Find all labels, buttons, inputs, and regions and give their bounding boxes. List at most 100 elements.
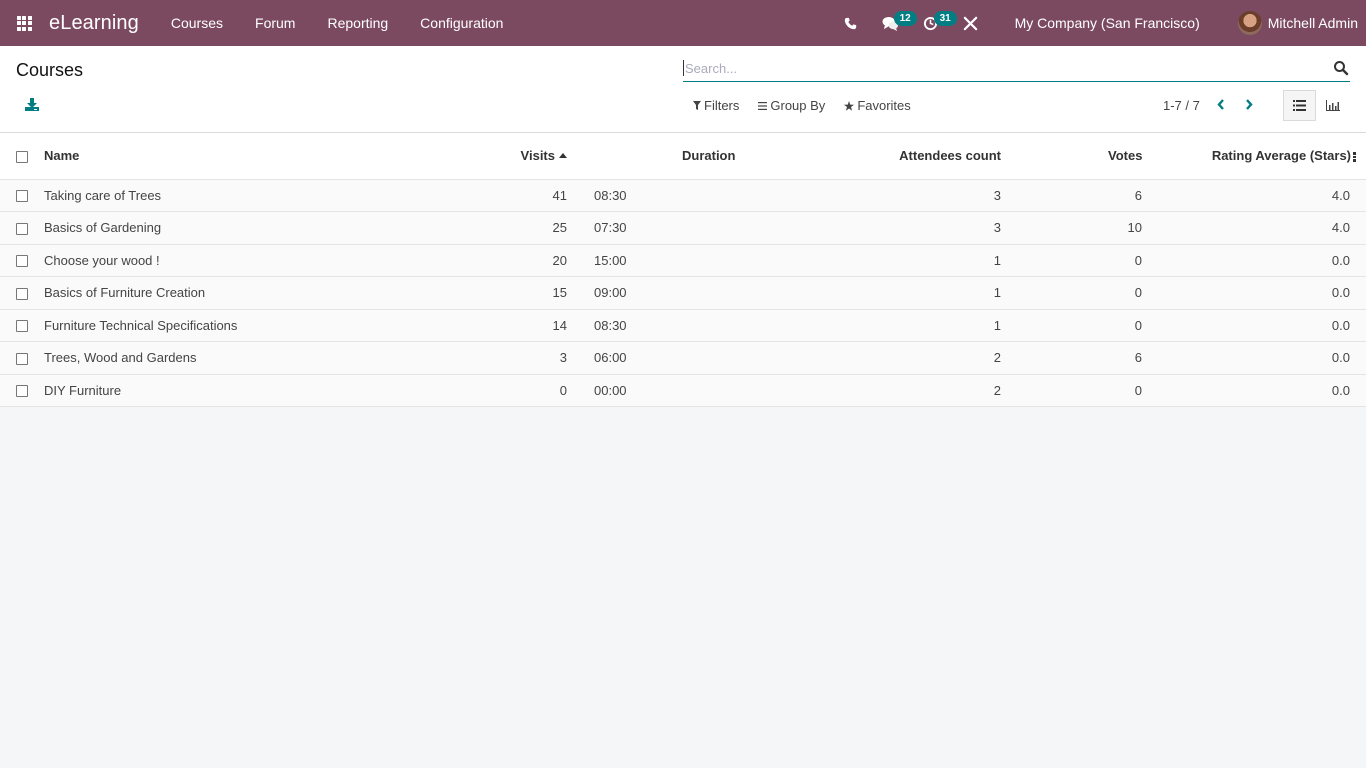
group-by-label: Group By xyxy=(770,98,826,113)
app-menu-button[interactable] xyxy=(0,0,48,46)
cell-visits: 14 xyxy=(552,317,567,333)
cell-name: Trees, Wood and Gardens xyxy=(44,350,197,366)
column-header-visits[interactable]: Visits xyxy=(504,133,567,179)
column-label: Name xyxy=(44,148,80,164)
view-switcher xyxy=(1283,90,1349,121)
cell-votes: 0 xyxy=(1134,317,1142,333)
column-header-name[interactable]: Name xyxy=(44,133,504,179)
search-icon[interactable] xyxy=(1333,60,1349,76)
favorites-button[interactable]: Favorites xyxy=(844,98,911,113)
user-avatar xyxy=(1237,11,1262,35)
cell-visits: 15 xyxy=(552,285,567,301)
column-header-votes[interactable]: Votes xyxy=(1001,133,1142,179)
pager-previous-button[interactable] xyxy=(1214,98,1228,113)
cell-duration: 09:00 xyxy=(594,285,627,301)
column-header-rating[interactable]: Rating Average (Stars) xyxy=(1142,133,1366,179)
page-title: Courses xyxy=(16,60,84,80)
column-label: Attendees count xyxy=(899,148,1001,164)
tools-icon xyxy=(963,16,978,30)
cell-attendees: 1 xyxy=(993,317,1001,333)
graph-view-button[interactable] xyxy=(1316,90,1349,121)
chevron-left-icon xyxy=(1217,99,1224,110)
group-by-button[interactable]: Group By xyxy=(758,98,825,113)
app-name[interactable]: eLearning xyxy=(49,12,139,35)
optional-columns-icon[interactable] xyxy=(1353,151,1356,163)
list-icon xyxy=(1293,100,1306,111)
search-input[interactable] xyxy=(683,60,1333,76)
cell-votes: 6 xyxy=(1134,350,1142,366)
row-checkbox[interactable] xyxy=(16,190,28,203)
row-checkbox[interactable] xyxy=(16,320,28,333)
cell-duration: 00:00 xyxy=(594,382,627,398)
row-checkbox[interactable] xyxy=(16,385,28,398)
cell-name: Furniture Technical Specifications xyxy=(44,317,238,333)
cell-visits: 25 xyxy=(552,220,567,236)
cell-duration: 15:00 xyxy=(594,252,627,268)
cell-duration: 06:00 xyxy=(594,350,627,366)
cell-name: Choose your wood ! xyxy=(44,252,160,268)
user-menu[interactable]: Mitchell Admin xyxy=(1216,11,1366,35)
company-switcher[interactable]: My Company (San Francisco) xyxy=(999,15,1216,31)
cell-attendees: 1 xyxy=(993,285,1001,301)
select-all-checkbox[interactable] xyxy=(16,150,28,163)
table-row[interactable]: DIY Furniture 0 00:00 2 0 0.0 xyxy=(0,374,1366,407)
pager-value[interactable]: 1-7 / 7 xyxy=(1163,98,1200,113)
table-row[interactable]: Trees, Wood and Gardens 3 06:00 2 6 0.0 xyxy=(0,341,1366,374)
table-row[interactable]: Basics of Gardening 25 07:30 3 10 4.0 xyxy=(0,211,1366,244)
list-view-button[interactable] xyxy=(1283,90,1316,121)
search-bar xyxy=(683,55,1350,82)
bars-icon xyxy=(758,101,768,110)
cell-votes: 6 xyxy=(1134,187,1142,203)
chevron-right-icon xyxy=(1245,99,1253,110)
column-header-attendees[interactable]: Attendees count xyxy=(794,133,1001,179)
table-row[interactable]: Furniture Technical Specifications 14 08… xyxy=(0,309,1366,342)
row-checkbox[interactable] xyxy=(16,287,28,300)
phone-icon xyxy=(844,17,857,29)
table-header-row: Name Visits Duration Attendees count Vot… xyxy=(0,133,1366,179)
cell-votes: 0 xyxy=(1134,382,1142,398)
courses-table: Name Visits Duration Attendees count Vot… xyxy=(0,133,1366,407)
pager: 1-7 / 7 xyxy=(1163,98,1256,113)
row-checkbox[interactable] xyxy=(16,255,28,268)
pager-next-button[interactable] xyxy=(1242,98,1256,113)
menu-reporting[interactable]: Reporting xyxy=(311,0,404,46)
export-button[interactable] xyxy=(25,98,39,114)
column-label: Rating Average (Stars) xyxy=(1211,148,1351,164)
menu-configuration[interactable]: Configuration xyxy=(404,0,519,46)
table-row[interactable]: Taking care of Trees 41 08:30 3 6 4.0 xyxy=(0,179,1366,212)
sort-ascending-icon xyxy=(559,153,567,159)
cell-name: Taking care of Trees xyxy=(44,187,162,203)
bar-chart-icon xyxy=(1325,100,1340,111)
table-row[interactable]: Basics of Furniture Creation 15 09:00 1 … xyxy=(0,276,1366,309)
cell-visits: 0 xyxy=(559,382,567,398)
filters-button[interactable]: Filters xyxy=(693,98,739,113)
cell-votes: 0 xyxy=(1134,252,1142,268)
cell-rating: 4.0 xyxy=(1331,187,1350,203)
cell-attendees: 3 xyxy=(993,187,1001,203)
row-checkbox[interactable] xyxy=(16,222,28,235)
cell-rating: 4.0 xyxy=(1331,220,1350,236)
row-checkbox[interactable] xyxy=(16,352,28,365)
cell-attendees: 2 xyxy=(993,382,1001,398)
filters-label: Filters xyxy=(704,98,740,113)
filter-icon xyxy=(693,101,701,110)
menu-forum[interactable]: Forum xyxy=(239,0,311,46)
phone-button[interactable] xyxy=(831,0,871,46)
cell-attendees: 1 xyxy=(993,252,1001,268)
cell-rating: 0.0 xyxy=(1331,350,1350,366)
cell-rating: 0.0 xyxy=(1331,382,1350,398)
column-label: Duration xyxy=(682,148,736,164)
cell-visits: 20 xyxy=(552,252,567,268)
messages-button[interactable]: 12 xyxy=(871,0,917,46)
download-icon xyxy=(25,98,39,111)
debug-tools-button[interactable] xyxy=(951,0,991,46)
menu-courses[interactable]: Courses xyxy=(155,0,239,46)
cell-name: DIY Furniture xyxy=(44,382,122,398)
column-header-duration[interactable]: Duration xyxy=(567,133,794,179)
favorites-label: Favorites xyxy=(857,98,911,113)
cell-duration: 07:30 xyxy=(594,220,627,236)
user-name: Mitchell Admin xyxy=(1267,15,1358,31)
table-row[interactable]: Choose your wood ! 20 15:00 1 0 0.0 xyxy=(0,244,1366,277)
activities-button[interactable]: 31 xyxy=(911,0,957,46)
cell-name: Basics of Gardening xyxy=(44,220,162,236)
